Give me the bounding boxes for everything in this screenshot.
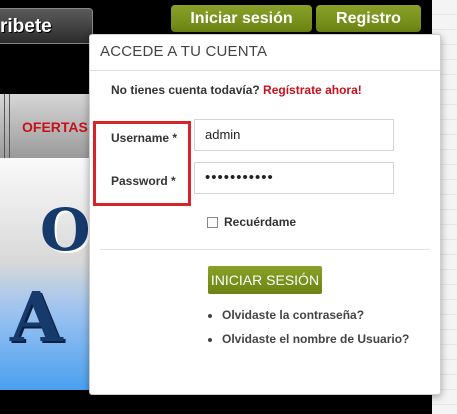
header-login-button[interactable]: Iniciar sesión: [171, 5, 312, 32]
nav-divider: [4, 94, 5, 158]
forgot-username-link[interactable]: Olvidaste el nombre de Usuario?: [222, 331, 442, 348]
header-register-button[interactable]: Registro: [316, 5, 421, 32]
login-submit-button[interactable]: INICIAR SESIÓN: [208, 266, 322, 294]
login-dropdown: ACCEDE A TU CUENTA No tienes cuenta toda…: [89, 34, 441, 395]
divider: [90, 70, 440, 71]
remember-me[interactable]: Recuérdame: [207, 215, 296, 229]
remember-label: Recuérdame: [224, 215, 297, 229]
brand-tab[interactable]: ribete: [0, 8, 93, 44]
banner-text-line1: O: [40, 196, 91, 264]
password-input[interactable]: •••••••••••: [194, 162, 394, 194]
username-input[interactable]: admin: [194, 119, 394, 151]
login-title: ACCEDE A TU CUENTA: [100, 43, 268, 60]
banner-text-line2: A: [10, 278, 63, 358]
forgot-password-link[interactable]: Olvidaste la contraseña?: [222, 307, 442, 324]
nav-divider: [9, 94, 10, 158]
nav-item-ofertas[interactable]: OFERTAS: [22, 119, 88, 135]
no-account-text: No tienes cuenta todavía?: [111, 83, 260, 97]
register-now-link[interactable]: Regístrate ahora!: [263, 83, 362, 97]
promo-banner[interactable]: O A: [0, 158, 93, 390]
brand-text: ribete: [0, 16, 52, 37]
labels-highlight-box: [93, 121, 191, 206]
divider: [100, 249, 430, 250]
help-links: Olvidaste la contraseña? Olvidaste el no…: [208, 307, 442, 355]
no-account-line: No tienes cuenta todavía? Regístrate aho…: [111, 83, 362, 97]
remember-checkbox[interactable]: [207, 217, 218, 228]
